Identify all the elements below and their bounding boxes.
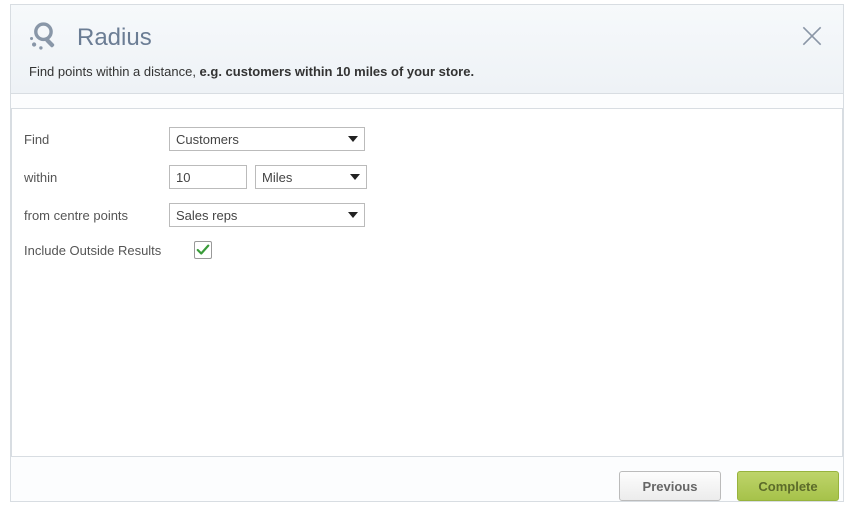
include-label: Include Outside Results: [24, 243, 194, 258]
from-label: from centre points: [24, 208, 169, 223]
from-select[interactable]: Sales reps: [169, 203, 365, 227]
form-area: Find Customers within Miles from centre …: [11, 108, 843, 457]
chevron-down-icon: [348, 212, 358, 218]
include-checkbox[interactable]: [194, 241, 212, 259]
radius-dialog: Radius Find points within a distance, e.…: [10, 4, 844, 502]
chevron-down-icon: [348, 136, 358, 142]
row-find: Find Customers: [24, 127, 830, 151]
chevron-down-icon: [350, 174, 360, 180]
within-input[interactable]: [169, 165, 247, 189]
find-select[interactable]: Customers: [169, 127, 365, 151]
find-value: Customers: [176, 132, 239, 147]
within-label: within: [24, 170, 169, 185]
row-within: within Miles: [24, 165, 830, 189]
find-label: Find: [24, 132, 169, 147]
row-from: from centre points Sales reps: [24, 203, 830, 227]
unit-select[interactable]: Miles: [255, 165, 367, 189]
subtitle-lead: Find points within a distance,: [29, 64, 200, 79]
dialog-header: Radius Find points within a distance, e.…: [11, 5, 843, 94]
dialog-subtitle: Find points within a distance, e.g. cust…: [29, 64, 825, 79]
complete-button[interactable]: Complete: [737, 471, 839, 501]
dialog-title: Radius: [77, 24, 152, 52]
row-include: Include Outside Results: [24, 241, 830, 259]
subtitle-bold: e.g. customers within 10 miles of your s…: [200, 64, 475, 79]
dialog-footer: Previous Complete: [11, 457, 843, 501]
previous-button[interactable]: Previous: [619, 471, 721, 501]
from-value: Sales reps: [176, 208, 237, 223]
close-icon[interactable]: [799, 23, 825, 49]
unit-value: Miles: [262, 170, 292, 185]
radius-icon: [29, 19, 63, 56]
